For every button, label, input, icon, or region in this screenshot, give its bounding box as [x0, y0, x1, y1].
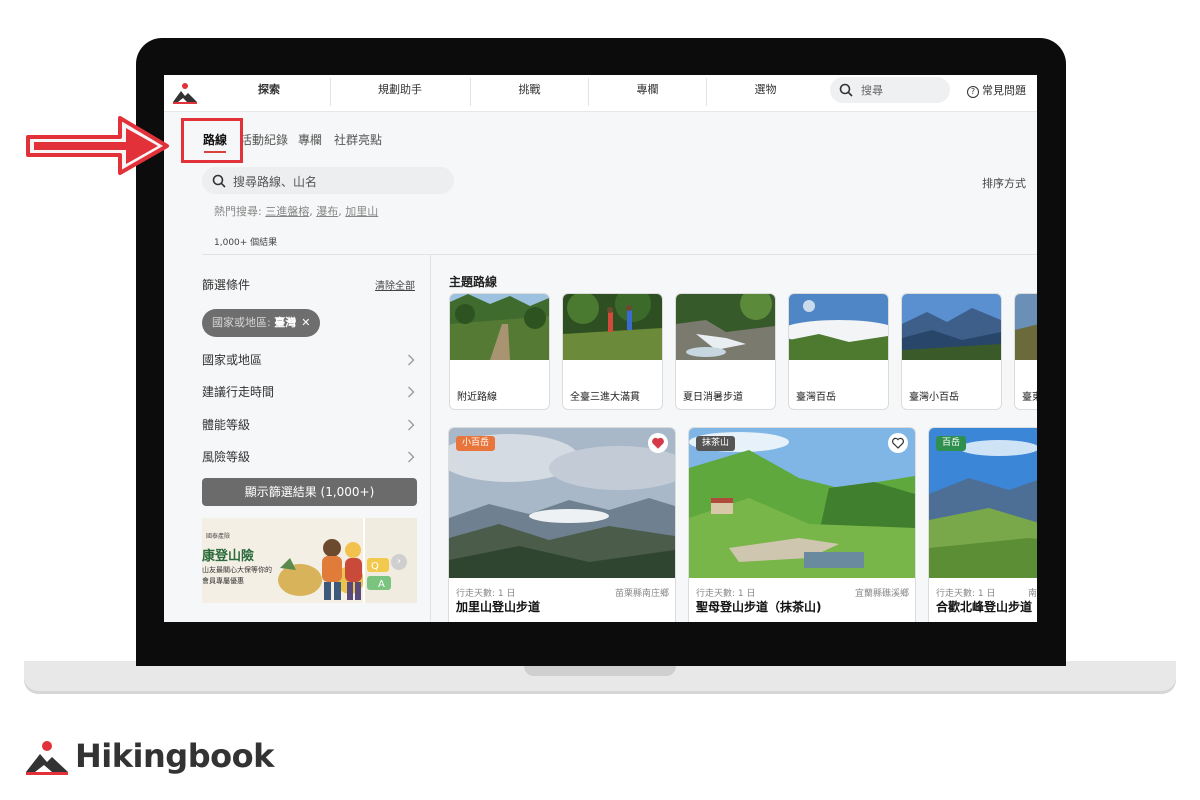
- favorite-button[interactable]: [648, 433, 668, 453]
- route-badge: 抹茶山: [696, 436, 736, 451]
- filter-row-label: 風險等級: [202, 450, 251, 464]
- chip-value: 臺灣: [274, 316, 297, 329]
- carousel-next-icon[interactable]: ›: [391, 554, 407, 570]
- theme-card-label: 臺東: [1022, 392, 1037, 403]
- theme-routes-title: 主題路線: [449, 275, 498, 289]
- chevron-right-icon: [408, 451, 415, 463]
- promo-headline: 康登山險: [202, 549, 255, 564]
- sort-button[interactable]: 排序方式: [982, 175, 1026, 191]
- hikers-illustration: [278, 539, 364, 600]
- route-location: 宜蘭縣礁溪鄉: [854, 589, 909, 599]
- heart-icon: [652, 437, 664, 449]
- promo-text: 會員專屬優惠: [202, 577, 244, 585]
- favorite-button[interactable]: [888, 433, 908, 453]
- hot-keyword-link[interactable]: 加里山: [345, 205, 378, 218]
- faq-link[interactable]: ? 常見問題: [967, 82, 1026, 98]
- hot-searches: 熱門搜尋: 三進盤榕, 瀑布, 加里山: [214, 205, 379, 218]
- search-icon: [212, 174, 226, 188]
- svg-text:Q: Q: [371, 561, 379, 572]
- filter-fitness-level[interactable]: 體能等級: [202, 416, 417, 436]
- pointer-arrow-icon: [26, 116, 169, 175]
- filter-row-label: 體能等級: [202, 418, 251, 432]
- theme-card[interactable]: 夏日消暑步道: [675, 293, 776, 410]
- promo-banner[interactable]: 國泰產險 康登山險 山友最關心大保等你的 會員專屬優惠 Q A ›: [202, 518, 417, 603]
- nav-explore[interactable]: 探索: [209, 75, 329, 111]
- svg-text:A: A: [378, 579, 385, 590]
- nav-search-input[interactable]: 搜尋: [830, 77, 950, 103]
- nav-search-placeholder: 搜尋: [861, 84, 883, 97]
- theme-photo: [902, 294, 1001, 360]
- nav-shop[interactable]: 選物: [707, 75, 824, 111]
- promo-next-slide: Q A: [363, 518, 417, 603]
- filter-region[interactable]: 國家或地區: [202, 351, 417, 371]
- chevron-right-icon: [408, 354, 415, 366]
- tab-column[interactable]: 專欄: [298, 131, 322, 148]
- route-search-placeholder: 搜尋路線、山名: [233, 175, 318, 189]
- filter-row-label: 國家或地區: [202, 353, 263, 367]
- search-icon: [839, 83, 853, 97]
- chevron-right-icon: [408, 419, 415, 431]
- route-card[interactable]: 百岳 行走天數: 1 日 南 合歡北峰登山步道: [928, 427, 1037, 622]
- clear-all-link[interactable]: 清除全部: [375, 277, 415, 292]
- chevron-right-icon: [408, 386, 415, 398]
- nav-planner[interactable]: 規劃助手: [331, 75, 469, 111]
- hikingbook-logo-icon: [26, 741, 68, 775]
- theme-card-label: 臺灣百岳: [796, 392, 836, 403]
- hot-keyword-link[interactable]: 瀑布: [316, 205, 338, 218]
- brand-name: Hikingbook: [75, 737, 274, 775]
- theme-photo: [789, 294, 888, 360]
- tab-activity-records[interactable]: 活動紀錄: [240, 131, 288, 148]
- nav-column[interactable]: 專欄: [589, 75, 706, 111]
- theme-card-label: 臺灣小百岳: [909, 392, 959, 403]
- theme-card[interactable]: 臺灣小百岳: [901, 293, 1002, 410]
- theme-photo: [1015, 294, 1037, 360]
- theme-photo: [563, 294, 662, 360]
- active-filter-chip[interactable]: 國家或地區: 臺灣 ✕: [202, 309, 321, 337]
- close-icon[interactable]: ✕: [301, 316, 310, 329]
- hikingbook-logo-icon[interactable]: [172, 81, 198, 105]
- route-location: 苗栗縣南庄鄉: [614, 589, 669, 599]
- theme-card-label: 附近路線: [457, 392, 497, 403]
- theme-card[interactable]: 附近路線: [449, 293, 550, 410]
- promo-brand: 國泰產險: [206, 533, 231, 540]
- route-title: 合歡北峰登山步道: [936, 600, 1033, 614]
- theme-card-label: 全臺三進大滿貫: [570, 392, 640, 403]
- theme-photo: [676, 294, 775, 360]
- app-screen: 探索 規劃助手 挑戰 專欄 選物 搜尋 ? 常見問題 路線 活動紀錄 專欄 社群亮…: [164, 75, 1037, 622]
- route-badge: 小百岳: [456, 436, 496, 451]
- route-title: 加里山登山步道: [456, 600, 541, 614]
- hot-search-label: 熱門搜尋:: [214, 205, 266, 218]
- filter-risk-level[interactable]: 風險等級: [202, 448, 417, 468]
- theme-card-label: 夏日消暑步道: [683, 392, 743, 403]
- route-badge: 百岳: [936, 436, 967, 451]
- highlight-box: [181, 118, 243, 163]
- route-search-input[interactable]: 搜尋路線、山名: [202, 167, 454, 194]
- theme-card[interactable]: 全臺三進大滿貫: [562, 293, 663, 410]
- route-title: 聖母登山步道（抹茶山): [696, 600, 822, 614]
- theme-photo: [450, 294, 549, 360]
- divider: [430, 255, 431, 622]
- hot-keyword-link[interactable]: 三進盤榕: [265, 205, 309, 218]
- theme-card[interactable]: 臺東: [1014, 293, 1037, 410]
- heart-outline-icon: [892, 437, 904, 449]
- divider: [202, 254, 1037, 255]
- filter-walking-time[interactable]: 建議行走時間: [202, 383, 417, 403]
- tab-community[interactable]: 社群亮點: [334, 131, 382, 148]
- filter-row-label: 建議行走時間: [202, 385, 275, 399]
- help-icon: ?: [967, 86, 979, 98]
- show-filter-results-button[interactable]: 顯示篩選結果 (1,000+): [202, 478, 417, 506]
- filter-title: 篩選條件: [202, 278, 251, 292]
- faq-label: 常見問題: [982, 84, 1026, 97]
- route-card[interactable]: 抹茶山 行走天數: 1 日 宜蘭縣礁溪鄉 聖母登山步道（抹茶山): [688, 427, 916, 622]
- result-count: 1,000+ 個結果: [214, 238, 278, 248]
- top-navigation: 探索 規劃助手 挑戰 專欄 選物 搜尋 ? 常見問題: [164, 75, 1037, 112]
- route-card[interactable]: 小百岳 行走天數: 1 日 苗栗縣南庄鄉 加里山登山步道: [448, 427, 676, 622]
- theme-card[interactable]: 臺灣百岳: [788, 293, 889, 410]
- nav-challenge[interactable]: 挑戰: [471, 75, 588, 111]
- chip-key: 國家或地區:: [212, 316, 275, 329]
